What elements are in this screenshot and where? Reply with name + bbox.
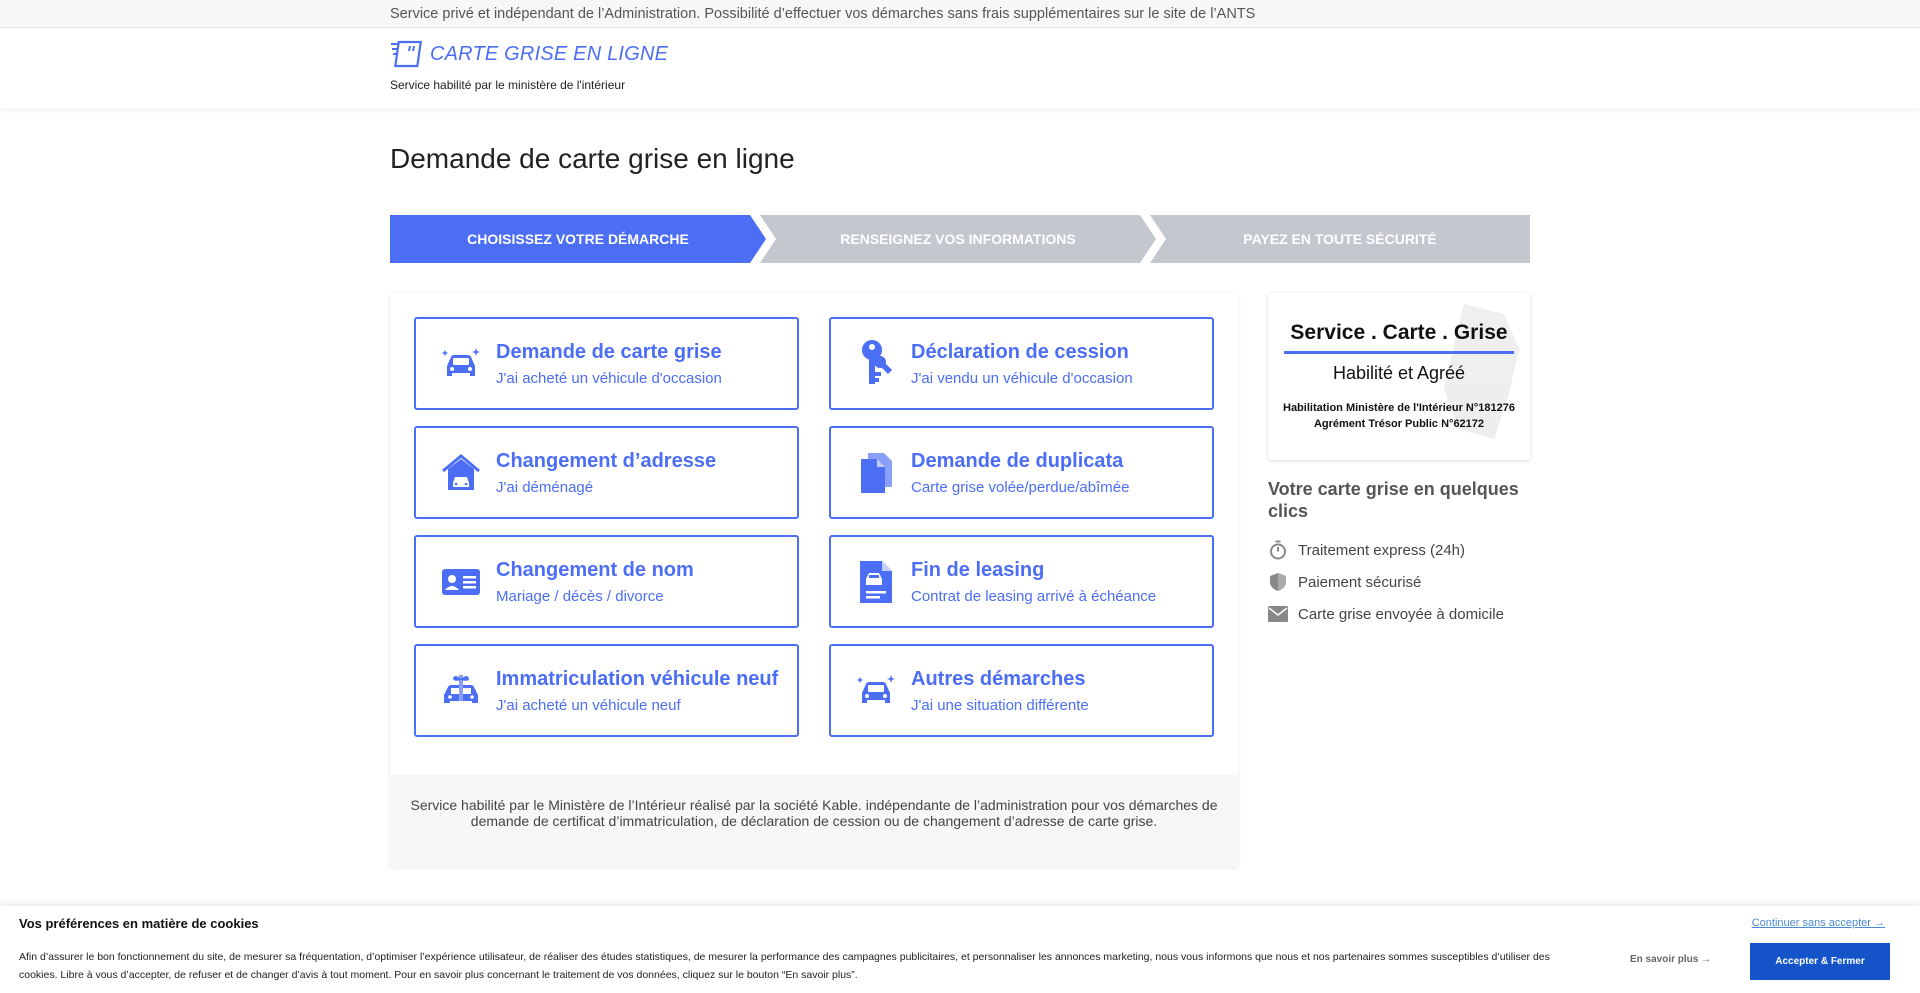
step-info: RENSEIGNEZ VOS INFORMATIONS: [760, 215, 1156, 263]
tile-subtitle: Mariage / décès / divorce: [496, 587, 664, 605]
feature-express: Traitement express (24h): [1268, 540, 1465, 560]
id-card-icon: [442, 568, 480, 595]
tile-demande-carte-grise[interactable]: Demande de carte grise J'ai acheté un vé…: [414, 317, 799, 410]
shield-icon: [1270, 573, 1286, 591]
agrement-number: Agrément Trésor Public N°62172: [1313, 418, 1485, 430]
step-choose: CHOISISSEZ VOTRE DÉMARCHE: [390, 215, 766, 263]
top-info-text: Service privé et indépendant de l’Admini…: [390, 6, 1256, 22]
cookie-text: Afin d’assurer le bon fonctionnement du …: [19, 951, 1550, 981]
accept-close-button[interactable]: Accepter & Fermer: [1750, 943, 1890, 980]
tile-title: Demande de carte grise: [496, 340, 722, 363]
tile-subtitle: J'ai acheté un véhicule d'occasion: [496, 369, 722, 387]
gift-car-icon: [444, 674, 478, 703]
car-sparkle-icon: [857, 674, 895, 703]
habilitation-number: Habilitation Ministère de l'Intérieur N°…: [1283, 402, 1515, 414]
keys-icon: [862, 339, 892, 384]
feature-label: Paiement sécurisé: [1298, 573, 1422, 591]
accreditation-title: Service . Carte . Grise: [1290, 321, 1508, 344]
tile-title: Demande de duplicata: [911, 449, 1124, 472]
logo-icon: [391, 40, 422, 68]
car-sparkle-icon: [442, 347, 480, 376]
step-payment: PAYEZ EN TOUTE SÉCURITÉ: [1150, 215, 1530, 263]
tile-fin-leasing[interactable]: Fin de leasing Contrat de leasing arrivé…: [829, 535, 1214, 628]
tile-subtitle: J'ai déménagé: [496, 478, 594, 496]
tile-title: Déclaration de cession: [911, 340, 1129, 363]
service-disclaimer: Service habilité par le Ministère de l’I…: [390, 775, 1238, 867]
feature-delivery: Carte grise envoyée à domicile: [1268, 604, 1504, 624]
tile-subtitle: J'ai acheté un véhicule neuf: [496, 696, 681, 714]
top-info-bar: Service privé et indépendant de l’Admini…: [0, 0, 1920, 28]
continue-without-accepting-link[interactable]: Continuer sans accepter →: [1752, 917, 1885, 929]
side-heading: Votre carte grise en quelques clics: [1268, 479, 1519, 521]
feature-payment: Paiement sécurisé: [1268, 572, 1421, 592]
tile-changement-adresse[interactable]: Changement d’adresse J'ai déménagé: [414, 426, 799, 519]
cookie-title: Vos préférences en matière de cookies: [19, 916, 259, 931]
tile-immatriculation-neuf[interactable]: Immatriculation véhicule neuf J'ai achet…: [414, 644, 799, 737]
tile-subtitle: J'ai vendu un véhicule d'occasion: [911, 369, 1133, 387]
cookie-banner: Vos préférences en matière de cookies Co…: [0, 906, 1920, 993]
tile-subtitle: J'ai une situation différente: [911, 696, 1089, 714]
tile-title: Changement de nom: [496, 558, 694, 581]
stopwatch-icon: [1270, 540, 1286, 560]
accreditation-card: Service . Carte . Grise Habilité et Agré…: [1268, 293, 1530, 460]
tile-title: Changement d’adresse: [496, 449, 717, 472]
site-logo-link[interactable]: CARTE GRISE EN LIGNE: [390, 40, 668, 68]
feature-label: Traitement express (24h): [1298, 541, 1466, 559]
tile-title: Immatriculation véhicule neuf: [496, 667, 779, 690]
feature-label: Carte grise envoyée à domicile: [1298, 605, 1504, 623]
envelope-icon: [1268, 606, 1288, 622]
accreditation-divider: [1284, 351, 1514, 354]
page-title: Demande de carte grise en ligne: [390, 143, 795, 174]
tile-title: Fin de leasing: [911, 558, 1045, 581]
car-document-icon: [860, 560, 892, 603]
tile-demande-duplicata[interactable]: Demande de duplicata Carte grise volée/p…: [829, 426, 1214, 519]
tile-subtitle: Carte grise volée/perdue/abîmée: [911, 478, 1130, 496]
tile-autres-demarches[interactable]: Autres démarches J'ai une situation diff…: [829, 644, 1214, 737]
documents-icon: [861, 452, 892, 493]
tile-declaration-cession[interactable]: Déclaration de cession J'ai vendu un véh…: [829, 317, 1214, 410]
tile-subtitle: Contrat de leasing arrivé à échéance: [911, 587, 1157, 605]
logo-subtitle: Service habilité par le ministère de l'i…: [390, 78, 626, 92]
logo-text: CARTE GRISE EN LIGNE: [430, 42, 669, 65]
house-car-icon: [442, 453, 480, 490]
accreditation-subtitle: Habilité et Agréé: [1332, 363, 1466, 383]
progress-steps: CHOISISSEZ VOTRE DÉMARCHE RENSEIGNEZ VOS…: [390, 215, 1530, 263]
tile-title: Autres démarches: [911, 667, 1086, 690]
learn-more-button[interactable]: En savoir plus →: [1630, 954, 1711, 965]
tile-changement-nom[interactable]: Changement de nom Mariage / décès / divo…: [414, 535, 799, 628]
site-header: CARTE GRISE EN LIGNE Service habilité pa…: [0, 28, 1920, 108]
procedure-card: Demande de carte grise J'ai acheté un vé…: [390, 293, 1238, 867]
